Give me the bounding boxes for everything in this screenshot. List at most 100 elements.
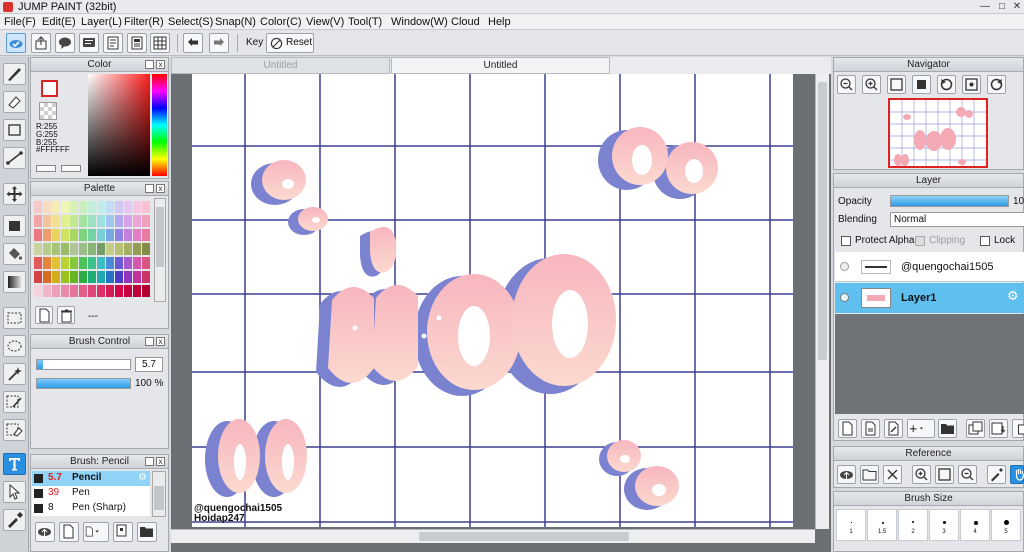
color-swap-button[interactable] xyxy=(61,165,81,172)
canvas-horizontal-scrollbar[interactable] xyxy=(171,529,815,543)
ref-zoom-in-button[interactable] xyxy=(912,465,931,484)
palette-swatch[interactable] xyxy=(43,243,51,255)
brush-options-button[interactable] xyxy=(83,522,109,542)
foreground-color-swatch[interactable] xyxy=(41,80,58,97)
palette-swatch[interactable] xyxy=(124,257,132,269)
palette-swatch[interactable] xyxy=(79,229,87,241)
saturation-value-picker[interactable] xyxy=(88,74,150,176)
close-window-icon[interactable]: ✕ xyxy=(1010,1,1024,12)
new-palette-button[interactable] xyxy=(35,306,53,324)
panel-close-icon[interactable]: x xyxy=(156,457,165,466)
palette-swatch[interactable] xyxy=(52,271,60,283)
ref-zoom-out-button[interactable] xyxy=(958,465,977,484)
blending-select[interactable]: Normal xyxy=(890,212,1024,227)
palette-swatch[interactable] xyxy=(115,215,123,227)
palette-swatch[interactable] xyxy=(124,215,132,227)
panel-close-icon[interactable]: x xyxy=(156,184,165,193)
drawing-canvas[interactable]: @quengochai1505 Hoidap247 xyxy=(192,74,793,527)
palette-swatch[interactable] xyxy=(61,201,69,213)
palette-swatch[interactable] xyxy=(142,243,150,255)
brush-list-scrollbar[interactable] xyxy=(152,471,166,517)
undo-button[interactable] xyxy=(183,33,203,53)
layer-properties-button[interactable] xyxy=(884,419,903,438)
palette-swatch[interactable] xyxy=(79,257,87,269)
palette-swatch[interactable] xyxy=(61,285,69,297)
menu-window[interactable]: Window(W) xyxy=(391,14,448,30)
reset-button[interactable]: Reset xyxy=(266,33,314,53)
add-layer-menu-button[interactable] xyxy=(907,419,935,438)
size-preset-3[interactable]: 3 xyxy=(929,509,959,541)
delete-palette-button[interactable] xyxy=(57,306,75,324)
palette-swatch[interactable] xyxy=(70,257,78,269)
layer-opacity-slider[interactable] xyxy=(890,195,1009,207)
palette-swatch[interactable] xyxy=(43,257,51,269)
palette-swatch[interactable] xyxy=(106,229,114,241)
palette-swatch[interactable] xyxy=(115,271,123,283)
palette-swatch[interactable] xyxy=(79,215,87,227)
menu-color[interactable]: Color(C) xyxy=(260,14,302,30)
palette-swatch[interactable] xyxy=(70,285,78,297)
palette-swatch[interactable] xyxy=(106,257,114,269)
move-tool[interactable] xyxy=(3,183,26,205)
brush-size-input[interactable]: 5.7 xyxy=(135,357,163,372)
palette-swatch[interactable] xyxy=(52,257,60,269)
menu-tool[interactable]: Tool(T) xyxy=(348,14,382,30)
palette-swatch[interactable] xyxy=(124,271,132,283)
palette-swatch[interactable] xyxy=(133,257,141,269)
minimize-icon[interactable]: — xyxy=(978,1,992,12)
brush-item-pen-sharp[interactable]: 8 Pen (Sharp) xyxy=(32,501,150,516)
layer-visibility-icon[interactable] xyxy=(840,293,849,302)
palette-swatch[interactable] xyxy=(97,215,105,227)
size-preset-2[interactable]: 2 xyxy=(898,509,928,541)
palette-swatch[interactable] xyxy=(97,257,105,269)
palette-swatch[interactable] xyxy=(52,243,60,255)
palette-swatch[interactable] xyxy=(115,285,123,297)
panel-close-icon[interactable]: x xyxy=(156,337,165,346)
palette-swatch[interactable] xyxy=(97,243,105,255)
ref-open-button[interactable] xyxy=(860,465,879,484)
palette-swatch[interactable] xyxy=(133,215,141,227)
palette-scrollbar[interactable] xyxy=(154,198,166,302)
brush-cloud-button[interactable] xyxy=(35,522,55,542)
document-button[interactable] xyxy=(103,33,123,53)
palette-swatch[interactable] xyxy=(34,271,42,283)
ref-close-button[interactable] xyxy=(883,465,902,484)
layer-folder-button[interactable] xyxy=(938,419,957,438)
palette-swatch[interactable] xyxy=(88,215,96,227)
palette-swatch[interactable] xyxy=(70,215,78,227)
gradient-tool[interactable] xyxy=(3,271,26,293)
comment-button[interactable] xyxy=(55,33,75,53)
palette-swatch[interactable] xyxy=(133,229,141,241)
palette-swatch[interactable] xyxy=(97,201,105,213)
dropper-select-tool[interactable] xyxy=(3,481,26,503)
brush-tool[interactable] xyxy=(3,63,26,85)
tab-untitled-1[interactable]: Untitled xyxy=(171,57,390,74)
palette-swatch[interactable] xyxy=(97,229,105,241)
fit-screen-button[interactable] xyxy=(887,75,906,94)
palette-swatch[interactable] xyxy=(34,201,42,213)
palette-swatch[interactable] xyxy=(34,285,42,297)
merge-layer-button[interactable] xyxy=(989,419,1008,438)
palette-swatch[interactable] xyxy=(70,229,78,241)
magic-wand-tool[interactable] xyxy=(3,363,26,385)
select-rect-tool[interactable] xyxy=(3,307,26,329)
rectangle-tool[interactable] xyxy=(3,119,26,141)
palette-swatch[interactable] xyxy=(88,257,96,269)
brush-size-slider[interactable] xyxy=(36,359,131,370)
palette-swatch[interactable] xyxy=(61,229,69,241)
vertical-scroll-thumb[interactable] xyxy=(818,82,827,360)
lock-checkbox[interactable] xyxy=(980,236,990,246)
palette-swatch[interactable] xyxy=(142,201,150,213)
palette-swatch[interactable] xyxy=(115,201,123,213)
palette-swatch[interactable] xyxy=(142,271,150,283)
navigator-preview[interactable] xyxy=(888,98,988,168)
eyedropper-tool[interactable] xyxy=(3,509,26,531)
zoom-out-button[interactable] xyxy=(837,75,856,94)
palette-swatch[interactable] xyxy=(43,215,51,227)
menu-edit[interactable]: Edit(E) xyxy=(42,14,76,30)
palette-swatch[interactable] xyxy=(61,243,69,255)
palette-swatch[interactable] xyxy=(115,257,123,269)
brush-copy-button[interactable] xyxy=(113,522,133,542)
palette-swatch[interactable] xyxy=(70,201,78,213)
menu-file[interactable]: File(F) xyxy=(4,14,36,30)
